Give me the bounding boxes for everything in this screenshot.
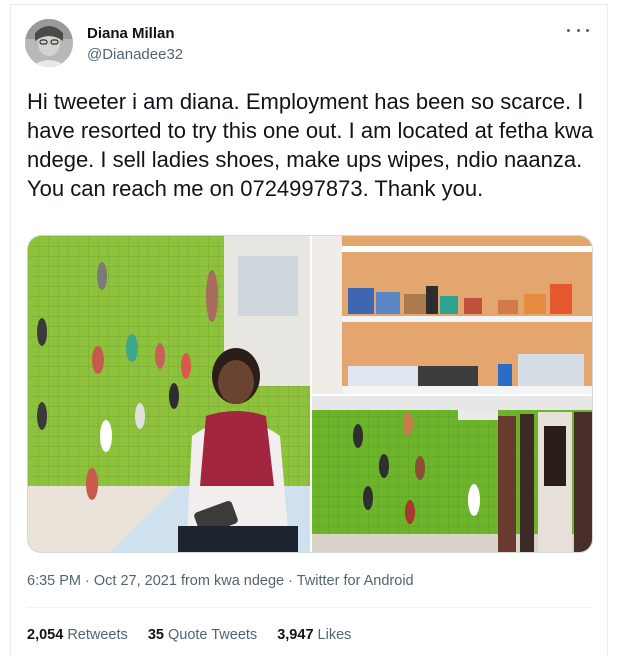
meta-from: from	[176, 573, 214, 589]
tweet-date[interactable]: Oct 27, 2021	[94, 573, 177, 589]
quotes-count: 35	[147, 627, 164, 643]
tweet-text: Hi tweeter i am diana. Employment has be…	[27, 89, 594, 201]
divider	[27, 607, 593, 608]
photo-shoe-wall-woman[interactable]	[28, 236, 310, 553]
likes-stat[interactable]: 3,947 Likes	[277, 627, 351, 643]
tweet-card: Diana Millan @Dianadee32 Hi tweeter i am…	[10, 4, 608, 656]
more-horizontal-icon[interactable]	[567, 23, 589, 37]
photo-green-wall-products[interactable]	[312, 396, 593, 553]
tweet-header: Diana Millan @Dianadee32	[25, 17, 595, 73]
meta-separator: ·	[81, 573, 94, 589]
tweet-time[interactable]: 6:35 PM	[27, 573, 81, 589]
photo-makeup-shelf[interactable]	[312, 236, 593, 394]
tweet-meta: 6:35 PM · Oct 27, 2021 from kwa ndege · …	[27, 573, 414, 589]
retweets-count: 2,054	[27, 627, 64, 643]
quotes-label: Quote Tweets	[167, 627, 258, 643]
retweets-stat[interactable]: 2,054 Retweets	[27, 627, 128, 643]
avatar[interactable]	[25, 19, 73, 67]
retweets-label: Retweets	[67, 627, 128, 643]
tweet-location[interactable]: kwa ndege	[214, 573, 284, 589]
tweet-stats: 2,054 Retweets 35 Quote Tweets 3,947 Lik…	[27, 627, 367, 643]
likes-count: 3,947	[277, 627, 314, 643]
author-name[interactable]: Diana Millan	[87, 25, 175, 42]
tweet-source[interactable]: Twitter for Android	[297, 573, 414, 589]
quotes-stat[interactable]: 35 Quote Tweets	[148, 627, 257, 643]
author-handle[interactable]: @Dianadee32	[87, 46, 183, 63]
media-grid	[27, 235, 593, 553]
meta-separator: ·	[284, 573, 297, 589]
likes-label: Likes	[317, 627, 352, 643]
